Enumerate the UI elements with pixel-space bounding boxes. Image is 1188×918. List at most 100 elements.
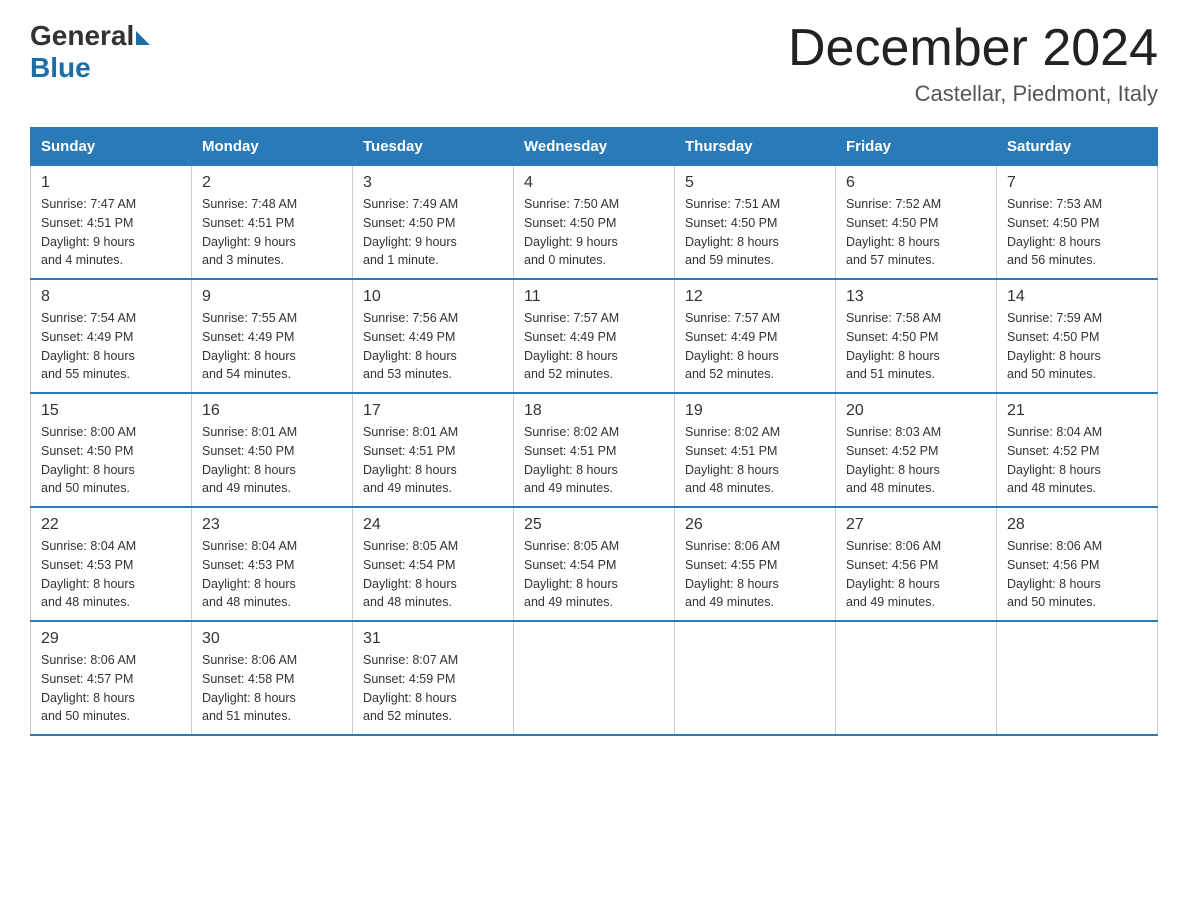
day-number: 27 <box>846 516 986 534</box>
day-cell <box>997 621 1158 735</box>
logo-blue-text: Blue <box>30 52 91 84</box>
header-saturday: Saturday <box>997 128 1158 166</box>
day-number: 20 <box>846 402 986 420</box>
day-cell: 5 Sunrise: 7:51 AM Sunset: 4:50 PM Daylig… <box>675 166 836 280</box>
day-cell: 2Sunrise: 7:48 AM Sunset: 4:51 PM Daylig… <box>192 166 353 280</box>
day-cell: 25 Sunrise: 8:05 AM Sunset: 4:54 PM Dayli… <box>514 507 675 621</box>
day-cell: 15 Sunrise: 8:00 AM Sunset: 4:50 PM Dayli… <box>31 393 192 507</box>
day-cell: 24 Sunrise: 8:05 AM Sunset: 4:54 PM Dayli… <box>353 507 514 621</box>
day-info: Sunrise: 7:58 AM Sunset: 4:50 PM Dayligh… <box>846 309 986 384</box>
week-row-4: 22Sunrise: 8:04 AM Sunset: 4:53 PM Dayli… <box>31 507 1158 621</box>
day-info: Sunrise: 7:59 AM Sunset: 4:50 PM Dayligh… <box>1007 309 1147 384</box>
day-cell: 7 Sunrise: 7:53 AM Sunset: 4:50 PM Daylig… <box>997 166 1158 280</box>
month-title: December 2024 <box>788 20 1158 77</box>
day-info: Sunrise: 8:06 AM Sunset: 4:58 PM Dayligh… <box>202 651 342 726</box>
day-number: 5 <box>685 174 825 192</box>
logo-general-text: General <box>30 20 134 52</box>
day-cell: 22Sunrise: 8:04 AM Sunset: 4:53 PM Dayli… <box>31 507 192 621</box>
day-number: 16 <box>202 402 342 420</box>
day-cell: 6 Sunrise: 7:52 AM Sunset: 4:50 PM Daylig… <box>836 166 997 280</box>
day-info: Sunrise: 7:51 AM Sunset: 4:50 PM Dayligh… <box>685 195 825 270</box>
day-info: Sunrise: 8:01 AM Sunset: 4:50 PM Dayligh… <box>202 423 342 498</box>
day-cell: 23 Sunrise: 8:04 AM Sunset: 4:53 PM Dayli… <box>192 507 353 621</box>
day-number: 6 <box>846 174 986 192</box>
day-cell: 3Sunrise: 7:49 AM Sunset: 4:50 PM Daylig… <box>353 166 514 280</box>
day-info: Sunrise: 7:57 AM Sunset: 4:49 PM Dayligh… <box>524 309 664 384</box>
day-number: 4 <box>524 174 664 192</box>
logo-arrow-icon <box>136 31 150 45</box>
day-info: Sunrise: 7:49 AM Sunset: 4:50 PM Dayligh… <box>363 195 503 270</box>
logo-general: General <box>30 20 150 52</box>
header-row: Sunday Monday Tuesday Wednesday Thursday… <box>31 128 1158 166</box>
day-number: 8 <box>41 288 181 306</box>
day-cell: 27 Sunrise: 8:06 AM Sunset: 4:56 PM Dayli… <box>836 507 997 621</box>
day-info: Sunrise: 7:55 AM Sunset: 4:49 PM Dayligh… <box>202 309 342 384</box>
week-row-3: 15 Sunrise: 8:00 AM Sunset: 4:50 PM Dayli… <box>31 393 1158 507</box>
day-number: 1 <box>41 174 181 192</box>
day-info: Sunrise: 8:05 AM Sunset: 4:54 PM Dayligh… <box>524 537 664 612</box>
day-cell: 19Sunrise: 8:02 AM Sunset: 4:51 PM Dayli… <box>675 393 836 507</box>
day-number: 15 <box>41 402 181 420</box>
day-number: 25 <box>524 516 664 534</box>
day-info: Sunrise: 8:06 AM Sunset: 4:55 PM Dayligh… <box>685 537 825 612</box>
day-number: 30 <box>202 630 342 648</box>
day-cell <box>836 621 997 735</box>
day-info: Sunrise: 7:50 AM Sunset: 4:50 PM Dayligh… <box>524 195 664 270</box>
page-header: General Blue December 2024 Castellar, Pi… <box>30 20 1158 107</box>
header-friday: Friday <box>836 128 997 166</box>
day-number: 7 <box>1007 174 1147 192</box>
day-number: 11 <box>524 288 664 306</box>
day-cell: 18 Sunrise: 8:02 AM Sunset: 4:51 PM Dayli… <box>514 393 675 507</box>
day-cell: 12Sunrise: 7:57 AM Sunset: 4:49 PM Dayli… <box>675 279 836 393</box>
day-cell: 26 Sunrise: 8:06 AM Sunset: 4:55 PM Dayli… <box>675 507 836 621</box>
day-cell: 29 Sunrise: 8:06 AM Sunset: 4:57 PM Dayli… <box>31 621 192 735</box>
day-info: Sunrise: 8:07 AM Sunset: 4:59 PM Dayligh… <box>363 651 503 726</box>
header-sunday: Sunday <box>31 128 192 166</box>
day-info: Sunrise: 8:04 AM Sunset: 4:53 PM Dayligh… <box>202 537 342 612</box>
week-row-2: 8Sunrise: 7:54 AM Sunset: 4:49 PM Daylig… <box>31 279 1158 393</box>
day-cell: 1Sunrise: 7:47 AM Sunset: 4:51 PM Daylig… <box>31 166 192 280</box>
day-info: Sunrise: 8:01 AM Sunset: 4:51 PM Dayligh… <box>363 423 503 498</box>
day-info: Sunrise: 8:00 AM Sunset: 4:50 PM Dayligh… <box>41 423 181 498</box>
day-cell: 20Sunrise: 8:03 AM Sunset: 4:52 PM Dayli… <box>836 393 997 507</box>
day-cell: 11 Sunrise: 7:57 AM Sunset: 4:49 PM Dayli… <box>514 279 675 393</box>
day-cell: 30 Sunrise: 8:06 AM Sunset: 4:58 PM Dayli… <box>192 621 353 735</box>
day-number: 28 <box>1007 516 1147 534</box>
day-number: 31 <box>363 630 503 648</box>
day-info: Sunrise: 8:02 AM Sunset: 4:51 PM Dayligh… <box>524 423 664 498</box>
calendar-header: Sunday Monday Tuesday Wednesday Thursday… <box>31 128 1158 166</box>
day-cell: 16 Sunrise: 8:01 AM Sunset: 4:50 PM Dayli… <box>192 393 353 507</box>
week-row-1: 1Sunrise: 7:47 AM Sunset: 4:51 PM Daylig… <box>31 166 1158 280</box>
day-number: 26 <box>685 516 825 534</box>
day-number: 29 <box>41 630 181 648</box>
day-number: 23 <box>202 516 342 534</box>
header-monday: Monday <box>192 128 353 166</box>
calendar-table: Sunday Monday Tuesday Wednesday Thursday… <box>30 127 1158 736</box>
week-row-5: 29 Sunrise: 8:06 AM Sunset: 4:57 PM Dayli… <box>31 621 1158 735</box>
header-tuesday: Tuesday <box>353 128 514 166</box>
day-number: 19 <box>685 402 825 420</box>
day-info: Sunrise: 8:06 AM Sunset: 4:57 PM Dayligh… <box>41 651 181 726</box>
day-info: Sunrise: 8:04 AM Sunset: 4:53 PM Dayligh… <box>41 537 181 612</box>
day-info: Sunrise: 8:06 AM Sunset: 4:56 PM Dayligh… <box>846 537 986 612</box>
day-info: Sunrise: 7:52 AM Sunset: 4:50 PM Dayligh… <box>846 195 986 270</box>
day-cell: 21Sunrise: 8:04 AM Sunset: 4:52 PM Dayli… <box>997 393 1158 507</box>
day-info: Sunrise: 7:56 AM Sunset: 4:49 PM Dayligh… <box>363 309 503 384</box>
day-cell: 28Sunrise: 8:06 AM Sunset: 4:56 PM Dayli… <box>997 507 1158 621</box>
day-number: 9 <box>202 288 342 306</box>
day-cell: 8Sunrise: 7:54 AM Sunset: 4:49 PM Daylig… <box>31 279 192 393</box>
day-cell: 4 Sunrise: 7:50 AM Sunset: 4:50 PM Daylig… <box>514 166 675 280</box>
day-cell <box>675 621 836 735</box>
day-number: 24 <box>363 516 503 534</box>
day-info: Sunrise: 7:53 AM Sunset: 4:50 PM Dayligh… <box>1007 195 1147 270</box>
day-cell: 13Sunrise: 7:58 AM Sunset: 4:50 PM Dayli… <box>836 279 997 393</box>
day-info: Sunrise: 7:57 AM Sunset: 4:49 PM Dayligh… <box>685 309 825 384</box>
day-info: Sunrise: 8:04 AM Sunset: 4:52 PM Dayligh… <box>1007 423 1147 498</box>
logo: General Blue <box>30 20 150 84</box>
location: Castellar, Piedmont, Italy <box>788 81 1158 107</box>
day-number: 14 <box>1007 288 1147 306</box>
day-info: Sunrise: 8:05 AM Sunset: 4:54 PM Dayligh… <box>363 537 503 612</box>
day-cell: 14 Sunrise: 7:59 AM Sunset: 4:50 PM Dayli… <box>997 279 1158 393</box>
day-number: 18 <box>524 402 664 420</box>
header-wednesday: Wednesday <box>514 128 675 166</box>
